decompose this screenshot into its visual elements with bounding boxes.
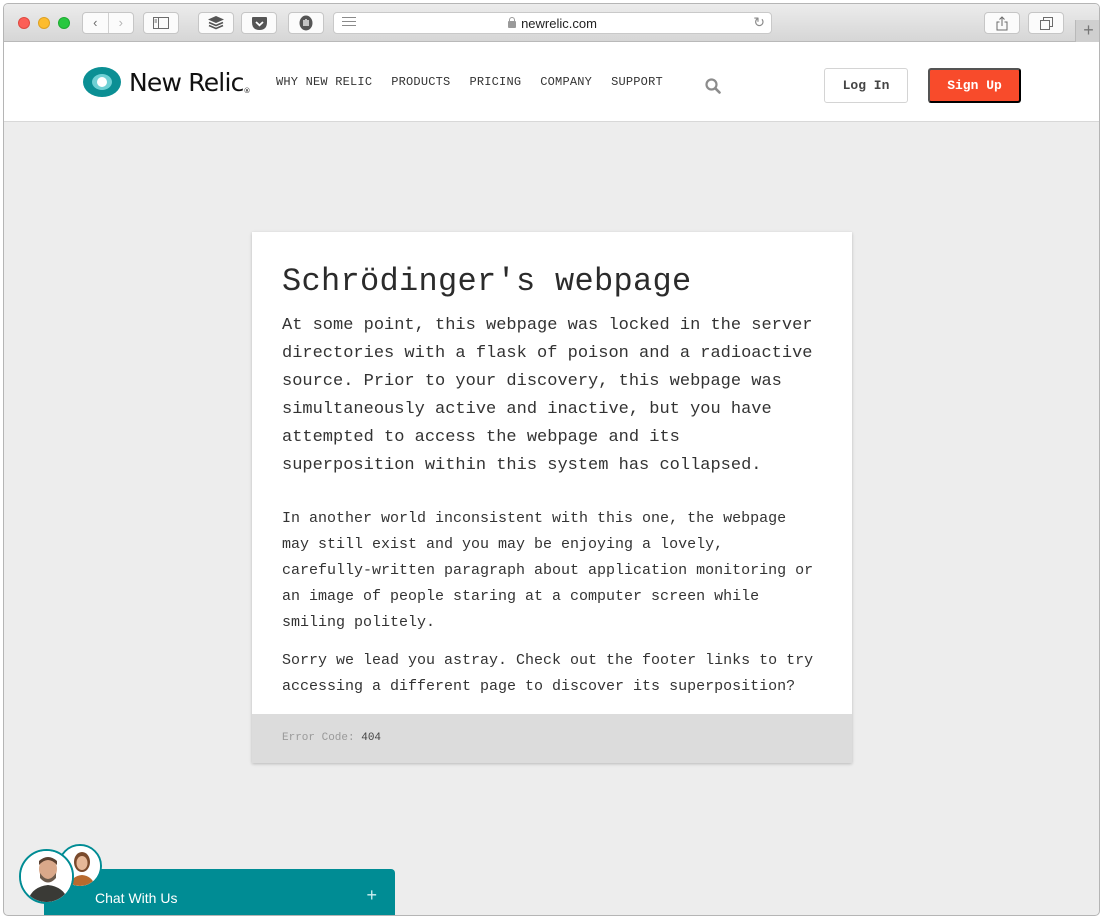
error-code-value: 404 bbox=[361, 732, 382, 744]
expand-chat-icon[interactable]: + bbox=[366, 885, 377, 906]
buffer-extension-button[interactable] bbox=[198, 12, 234, 34]
browser-toolbar: ‹ › newrelic.com ↻ + bbox=[4, 4, 1099, 42]
history-nav: ‹ › bbox=[82, 12, 134, 34]
address-bar[interactable]: newrelic.com ↻ bbox=[333, 12, 772, 34]
nav-products[interactable]: PRODUCTS bbox=[391, 75, 450, 89]
url-text: newrelic.com bbox=[334, 16, 771, 31]
ghostery-extension-button[interactable] bbox=[288, 12, 324, 34]
url-value: newrelic.com bbox=[521, 16, 597, 31]
nav-why-new-relic[interactable]: WHY NEW RELIC bbox=[276, 75, 372, 89]
close-window-button[interactable] bbox=[18, 17, 30, 29]
hand-stop-icon bbox=[299, 15, 313, 31]
pocket-icon bbox=[251, 16, 267, 30]
sidebar-icon bbox=[153, 17, 169, 29]
body-paragraph: In another world inconsistent with this … bbox=[282, 510, 814, 631]
browser-window: ‹ › newrelic.com ↻ + New Relic® WHY NEW … bbox=[3, 3, 1100, 916]
layers-icon bbox=[208, 16, 224, 30]
zoom-window-button[interactable] bbox=[58, 17, 70, 29]
site-header: New Relic® WHY NEW RELIC PRODUCTS PRICIN… bbox=[4, 42, 1099, 122]
pocket-extension-button[interactable] bbox=[241, 12, 277, 34]
new-tab-button[interactable]: + bbox=[1075, 20, 1099, 42]
new-relic-logo-icon bbox=[83, 67, 121, 97]
reload-icon[interactable]: ↻ bbox=[753, 14, 765, 31]
error-card: Schrödinger's webpage At some point, thi… bbox=[252, 232, 852, 763]
body-paragraph: Sorry we lead you astray. Check out the … bbox=[282, 652, 814, 695]
share-button[interactable] bbox=[984, 12, 1020, 34]
forward-button[interactable]: › bbox=[107, 13, 134, 33]
logo-text: New Relic bbox=[129, 67, 244, 97]
minimize-window-button[interactable] bbox=[38, 17, 50, 29]
error-card-body: Schrödinger's webpage At some point, thi… bbox=[252, 232, 852, 714]
chat-agent-avatar bbox=[19, 849, 74, 904]
error-code-footer: Error Code: 404 bbox=[252, 714, 852, 763]
page-title: Schrödinger's webpage bbox=[282, 263, 692, 300]
new-relic-logo[interactable]: New Relic® bbox=[83, 67, 251, 97]
show-tabs-button[interactable] bbox=[1028, 12, 1064, 34]
chat-label: Chat With Us bbox=[95, 890, 178, 906]
registered-mark: ® bbox=[243, 86, 251, 95]
tabs-overview-icon bbox=[1039, 16, 1053, 30]
nav-company[interactable]: COMPANY bbox=[540, 75, 592, 89]
search-icon[interactable] bbox=[705, 78, 721, 94]
nav-pricing[interactable]: PRICING bbox=[469, 75, 521, 89]
error-code-label: Error Code: bbox=[282, 732, 355, 744]
sidebar-toggle-button[interactable] bbox=[143, 12, 179, 34]
back-button[interactable]: ‹ bbox=[83, 13, 108, 33]
sign-up-button[interactable]: Sign Up bbox=[928, 68, 1021, 103]
main-nav: WHY NEW RELIC PRODUCTS PRICING COMPANY S… bbox=[276, 75, 682, 89]
lead-paragraph: At some point, this webpage was locked i… bbox=[282, 316, 813, 475]
lock-icon bbox=[508, 17, 517, 28]
share-icon bbox=[996, 15, 1008, 30]
nav-support[interactable]: SUPPORT bbox=[611, 75, 663, 89]
log-in-button[interactable]: Log In bbox=[824, 68, 908, 103]
